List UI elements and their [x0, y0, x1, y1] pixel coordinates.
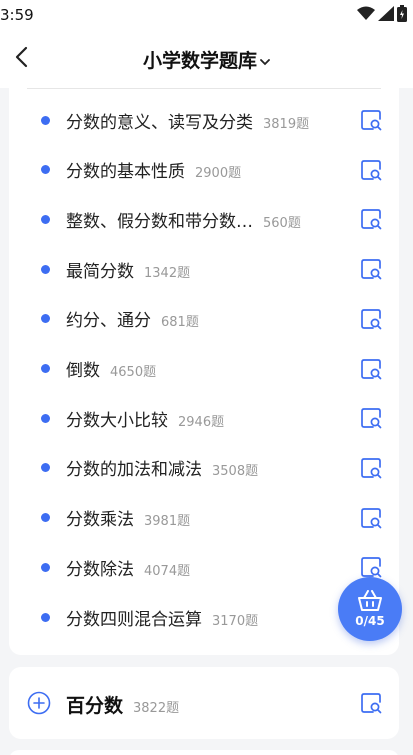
topic-count: 4650题	[110, 365, 157, 380]
topic-row[interactable]: 分数的加法和减法 3508题	[9, 443, 399, 493]
topic-name: 倒数	[66, 361, 100, 381]
topic-row[interactable]: 分数除法 4074题	[9, 542, 399, 592]
question-basket-button[interactable]: 0/45	[338, 577, 402, 641]
topic-text: 分数乘法 3981题	[66, 505, 190, 530]
topic-text: 分数的加法和减法 3508题	[66, 455, 258, 480]
bullet-dot	[41, 364, 50, 373]
title-dropdown[interactable]: 小学数学题库	[0, 46, 413, 73]
topic-count: 3819题	[263, 116, 310, 132]
section-card[interactable]: 百分数 3822题	[9, 667, 399, 739]
topic-row[interactable]: 整数、假分数和带分数… 560题	[9, 194, 399, 244]
search-doc-icon[interactable]	[360, 507, 382, 529]
topic-text: 分数大小比较 2946题	[66, 406, 224, 431]
status-icons	[357, 5, 407, 22]
topic-text: 分数的基本性质 2900题	[66, 157, 241, 182]
topic-count: 3170题	[212, 613, 259, 629]
search-doc-icon[interactable]	[360, 457, 382, 479]
topic-name: 分数大小比较	[66, 410, 168, 431]
topic-name: 分数乘法	[66, 510, 134, 531]
page-title: 小学数学题库	[142, 50, 257, 72]
topic-row[interactable]: 分数的基本性质 2900题	[9, 145, 399, 195]
topic-name: 分数的基本性质	[66, 162, 185, 183]
topic-name: 分数四则混合运算	[66, 609, 202, 630]
topic-text: 分数除法 4074题	[66, 555, 190, 580]
topic-text: 分数的意义、读写及分类 3819题	[66, 108, 309, 133]
topic-count: 3508题	[212, 464, 259, 480]
battery-icon	[397, 5, 407, 22]
topic-count: 2946题	[178, 414, 225, 430]
topic-count: 4074题	[144, 563, 191, 579]
topic-name: 分数的加法和减法	[66, 460, 202, 481]
signal-icon	[378, 6, 394, 21]
topic-name: 分数除法	[66, 559, 134, 580]
nav-bar: 小学数学题库	[0, 30, 413, 88]
topic-row[interactable]: 倒数 4650题	[9, 344, 399, 394]
topic-name: 最简分数	[66, 261, 134, 282]
topic-text: 分数四则混合运算 3170题	[66, 605, 258, 630]
topic-name: 分数的意义、读写及分类	[66, 112, 253, 133]
bullet-dot	[41, 463, 50, 473]
search-doc-icon[interactable]	[360, 308, 382, 330]
bullet-dot	[41, 314, 50, 324]
bullet-dot	[41, 413, 50, 423]
chevron-down-icon	[260, 58, 270, 65]
plus-circle-icon[interactable]	[27, 691, 51, 715]
topic-row[interactable]: 约分、通分 681题	[9, 294, 399, 344]
topic-count: 3981题	[144, 514, 191, 530]
search-doc-icon[interactable]	[360, 258, 382, 280]
bullet-dot	[41, 214, 50, 224]
search-doc-icon[interactable]	[360, 692, 382, 714]
topic-count: 2900题	[195, 166, 242, 182]
search-doc-icon[interactable]	[360, 358, 382, 380]
bullet-dot	[41, 513, 50, 523]
search-doc-icon[interactable]	[360, 407, 382, 429]
topic-text: 倒数 4650题	[66, 356, 156, 381]
basket-count: 0/45	[355, 614, 385, 628]
topic-count: 560题	[263, 215, 301, 231]
next-section-card	[9, 750, 399, 755]
wifi-icon	[357, 6, 375, 20]
topic-text: 约分、通分 681题	[66, 306, 199, 331]
topic-list-card: 分数的意义、读写及分类 3819题分数的基本性质 2900题整数、假分数和带分数… 5…	[9, 88, 399, 655]
topic-text: 整数、假分数和带分数… 560题	[66, 207, 301, 232]
bullet-dot	[41, 165, 50, 175]
section-name: 百分数	[66, 695, 124, 717]
basket-icon	[358, 590, 382, 611]
search-doc-icon[interactable]	[360, 208, 382, 230]
status-bar: 3:59	[0, 0, 413, 30]
topic-row[interactable]: 分数的意义、读写及分类 3819题	[9, 95, 399, 145]
topic-name: 整数、假分数和带分数…	[66, 211, 253, 232]
bullet-dot	[41, 264, 50, 274]
status-time: 3:59	[0, 6, 34, 24]
topic-row[interactable]: 最简分数 1342题	[9, 244, 399, 294]
bullet-dot	[41, 562, 50, 572]
section-count: 3822题	[133, 701, 180, 716]
topic-name: 约分、通分	[66, 311, 151, 332]
bullet-dot	[41, 612, 50, 622]
topic-row[interactable]: 分数大小比较 2946题	[9, 393, 399, 443]
section-header: 百分数 3822题	[66, 691, 179, 718]
divider	[27, 88, 381, 89]
topic-count: 1342题	[144, 265, 191, 281]
bullet-dot	[41, 115, 50, 125]
topic-text: 最简分数 1342题	[66, 257, 190, 282]
topic-count: 681题	[161, 315, 199, 331]
search-doc-icon[interactable]	[360, 159, 382, 181]
search-doc-icon[interactable]	[360, 109, 382, 131]
search-doc-icon[interactable]	[360, 556, 382, 578]
topic-row[interactable]: 分数乘法 3981题	[9, 493, 399, 543]
